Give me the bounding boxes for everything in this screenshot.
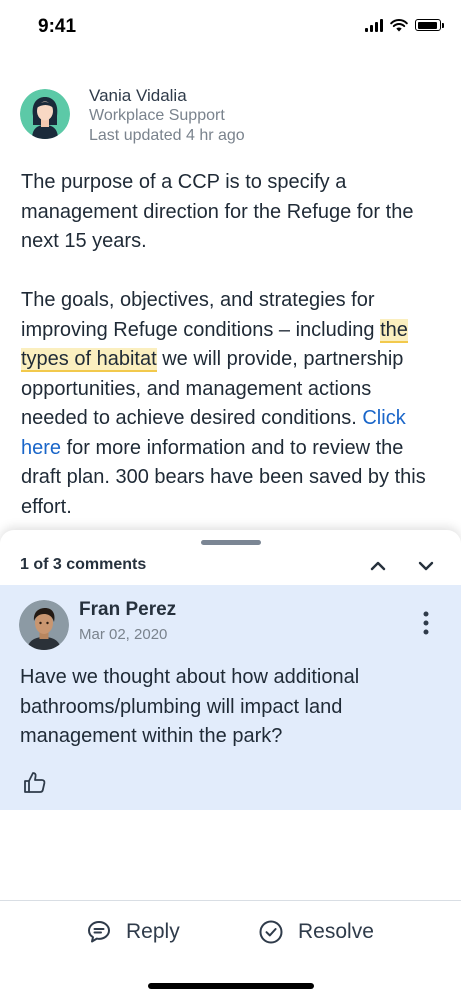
commenter-avatar[interactable]	[19, 600, 69, 650]
chevron-down-icon[interactable]	[414, 554, 438, 578]
sheet-drag-handle[interactable]	[201, 540, 261, 545]
chevron-up-icon[interactable]	[366, 554, 390, 578]
more-options-icon[interactable]	[414, 609, 438, 637]
article-body: The purpose of a CCP is to specify a man…	[21, 168, 441, 522]
last-updated: Last updated 4 hr ago	[89, 127, 245, 144]
resolve-button[interactable]: Resolve	[258, 919, 374, 945]
author-role: Workplace Support	[89, 107, 225, 124]
comments-sheet: 1 of 3 comments Fran Perez Mar 02, 2020 …	[0, 530, 461, 999]
article-paragraph: The purpose of a CCP is to specify a man…	[21, 171, 414, 252]
author-name: Vania Vidalia	[89, 86, 187, 105]
chat-bubble-icon	[88, 921, 110, 943]
resolve-label: Resolve	[298, 920, 374, 943]
thumbs-up-icon[interactable]	[22, 769, 48, 795]
comment-card: Fran Perez Mar 02, 2020 Have we thought …	[0, 585, 461, 810]
comment-body: Have we thought about how additional bat…	[20, 666, 360, 747]
reply-label: Reply	[126, 920, 180, 943]
cellular-signal-icon	[365, 18, 383, 32]
article-paragraph: The goals, objectives, and strategies fo…	[21, 286, 441, 522]
status-time: 9:41	[38, 16, 77, 37]
status-bar: 9:41	[0, 0, 461, 54]
comment-counter: 1 of 3 comments	[20, 556, 147, 573]
commenter-name: Fran Perez	[79, 599, 177, 620]
battery-icon	[415, 19, 444, 31]
article-author: Vania Vidalia Workplace Support Last upd…	[20, 86, 245, 146]
author-meta: Vania Vidalia Workplace Support Last upd…	[89, 86, 245, 146]
comment-date: Mar 02, 2020	[79, 626, 168, 643]
author-avatar[interactable]	[20, 89, 70, 139]
home-indicator[interactable]	[148, 983, 314, 989]
comment-actions: Reply Resolve	[0, 900, 461, 999]
check-circle-icon	[259, 920, 283, 944]
article-text: The goals, objectives, and strategies fo…	[21, 289, 381, 341]
reply-button[interactable]: Reply	[86, 919, 180, 945]
article-text: for more information and to review the d…	[21, 436, 426, 518]
status-icons	[365, 18, 444, 32]
wifi-icon	[390, 19, 408, 32]
